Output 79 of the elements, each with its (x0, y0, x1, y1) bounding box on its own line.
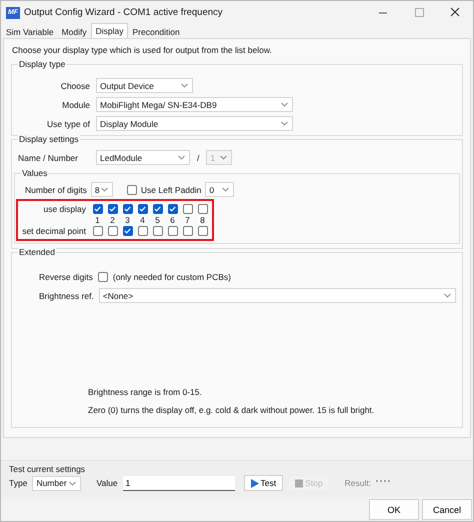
checkbox[interactable] (152, 204, 162, 214)
stop-icon (295, 478, 304, 488)
checkbox[interactable] (122, 204, 132, 214)
chevron-icon (69, 480, 76, 486)
group-title: Values (21, 168, 48, 179)
field-label: Name / Number (18, 152, 79, 162)
chevron-icon (220, 155, 228, 160)
dropdown[interactable]: MobiFlight Mega/ SN-E34-DB9 (96, 97, 293, 112)
field-label: Choose (60, 80, 90, 90)
play-icon (250, 478, 259, 488)
checkbox-label: Use Left Paddin (140, 184, 202, 194)
window-title: Output Config Wizard - COM1 active frequency (24, 7, 224, 18)
group-title: Extended (18, 247, 56, 258)
result-label: Result: (344, 478, 372, 488)
field-label: Module (61, 100, 90, 110)
result-value: ' ' ' ' (376, 478, 390, 488)
checkbox[interactable] (182, 226, 192, 236)
chevron-icon (178, 155, 185, 160)
checkbox[interactable] (98, 272, 108, 282)
close-icon[interactable] (449, 7, 461, 18)
group-title: Display type (18, 59, 66, 70)
row-label: use display (43, 204, 86, 214)
checkbox[interactable] (182, 204, 192, 214)
checkbox[interactable] (198, 204, 208, 214)
checkbox[interactable] (126, 184, 137, 194)
dropdown[interactable]: LedModule (96, 150, 190, 165)
tab[interactable]: Display (90, 23, 128, 38)
checkbox-label: Reverse digits (39, 272, 93, 282)
chevron-icon (100, 187, 108, 192)
info-text: Brightness range is from 0-15. (88, 387, 203, 397)
dropdown[interactable]: Number (32, 476, 82, 490)
digit-label: 3 (125, 214, 130, 224)
field-label: Value (96, 478, 118, 488)
tab[interactable]: Sim Variable (2, 25, 58, 38)
tab[interactable]: Modify (58, 25, 91, 38)
digit-label: 5 (155, 214, 160, 224)
dropdown[interactable]: 8 (90, 182, 113, 197)
dropdown[interactable]: Display Module (96, 116, 293, 131)
dialog-button[interactable]: OK (369, 499, 419, 520)
checkbox[interactable] (152, 226, 162, 236)
chevron-icon (181, 83, 188, 88)
field-label: Use type of (46, 118, 90, 128)
digit-label: 2 (110, 214, 115, 224)
section-title: Test current settings (9, 464, 86, 474)
checkbox[interactable] (138, 204, 148, 214)
row-label: set decimal point (22, 226, 86, 236)
checkbox[interactable] (168, 226, 178, 236)
note-text: (only needed for custom PCBs) (112, 272, 231, 282)
checkbox[interactable] (108, 204, 118, 214)
dropdown[interactable]: 0 (205, 182, 234, 197)
chevron-icon (281, 102, 288, 107)
group-title: Display settings (18, 134, 80, 145)
chevron-icon (222, 187, 230, 192)
dropdown[interactable]: Output Device (96, 78, 193, 93)
field-label: Brightness ref. (39, 290, 94, 300)
field-label: Type (9, 478, 28, 488)
checkbox[interactable] (168, 204, 178, 214)
checkbox[interactable] (92, 226, 102, 236)
digit-label: 4 (140, 214, 145, 224)
checkbox[interactable] (108, 226, 118, 236)
digit-label: 7 (185, 214, 190, 224)
dialog-button[interactable]: Cancel (422, 499, 472, 520)
checkbox[interactable] (92, 204, 102, 214)
description-text: Choose your display type which is used for output from the list below. (12, 45, 273, 55)
dropdown[interactable]: <None> (98, 288, 456, 303)
tab[interactable]: Precondition (128, 25, 184, 38)
digit-label: 1 (95, 214, 100, 224)
checkbox[interactable] (198, 226, 208, 236)
digit-label: 8 (200, 214, 205, 224)
test-button[interactable]: Test (244, 475, 284, 491)
field-label: Number of digits (25, 184, 87, 194)
chevron-icon (444, 293, 451, 298)
digit-label: 6 (170, 214, 175, 224)
checkbox[interactable] (138, 226, 148, 236)
checkbox[interactable] (122, 226, 132, 236)
value-field[interactable]: 1 (122, 476, 235, 490)
info-text: Zero (0) turns the display off, e.g. cold & dark without power. 15 is full bright. (88, 405, 376, 415)
separator-text: / (197, 152, 200, 162)
chevron-icon (281, 121, 288, 126)
